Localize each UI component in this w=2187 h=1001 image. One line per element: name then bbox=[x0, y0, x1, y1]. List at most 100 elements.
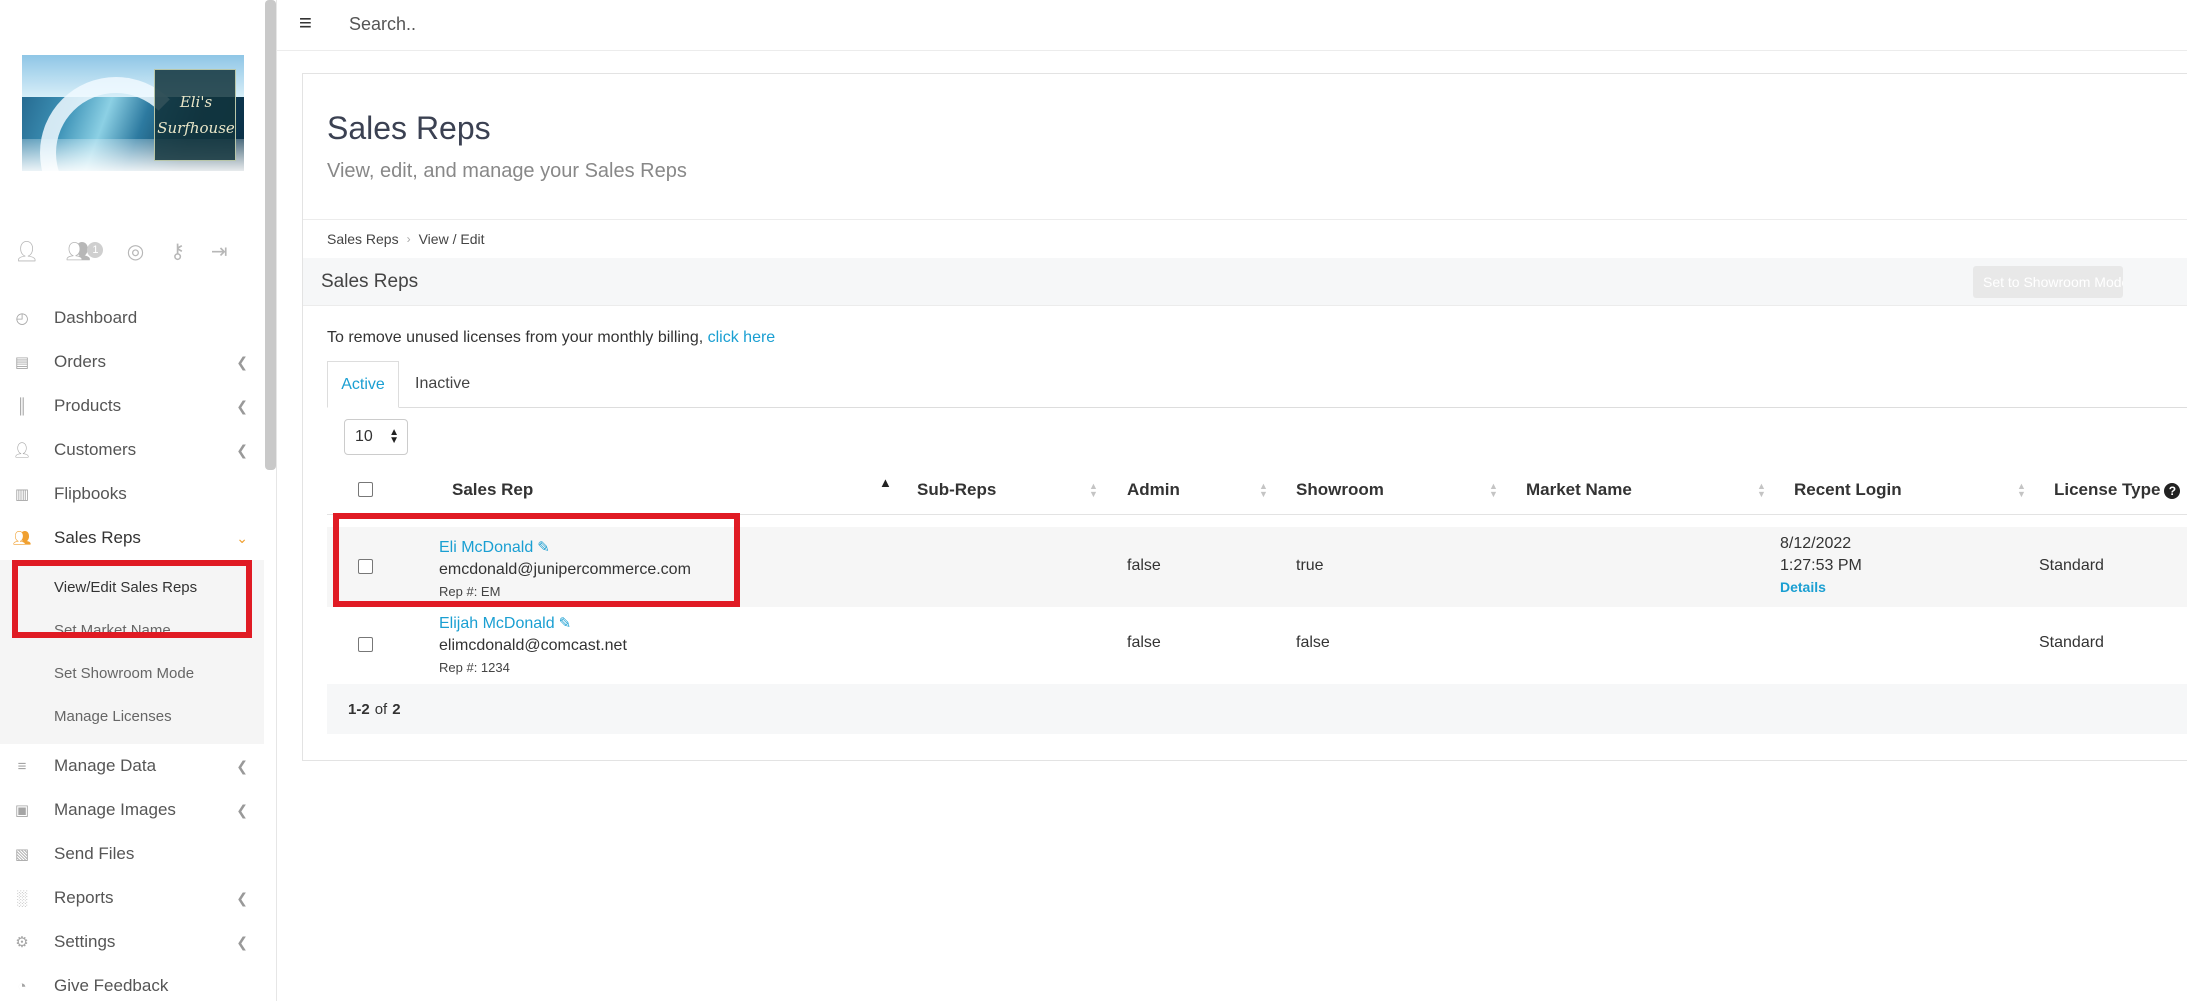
page-size-select[interactable]: 10 ▲ ▼ bbox=[344, 419, 408, 455]
sidebar-item-manage-images[interactable]: ▣ Manage Images ❮ bbox=[0, 788, 264, 832]
sidebar-item-label: Products bbox=[54, 396, 122, 415]
logo-text: Eli's Surfhouse bbox=[156, 89, 236, 141]
sidebar-item-orders[interactable]: ▤ Orders ❮ bbox=[0, 340, 264, 384]
column-header-sub-reps[interactable]: Sub-Reps bbox=[917, 480, 996, 500]
sidebar-scrollbar[interactable] bbox=[265, 0, 276, 470]
recent-login-cell: 8/12/2022 1:27:53 PM Details bbox=[1780, 535, 1862, 595]
column-header-admin[interactable]: Admin bbox=[1127, 480, 1180, 500]
sidebar-item-settings[interactable]: ⚙︎ Settings ❮ bbox=[0, 920, 264, 964]
team-badge: 1 bbox=[87, 241, 104, 258]
subnav-set-showroom-mode[interactable]: Set Showroom Mode bbox=[0, 652, 264, 695]
search-input[interactable] bbox=[347, 8, 851, 40]
sidebar-item-customers[interactable]: 👤︎ Customers ❮ bbox=[0, 428, 264, 472]
column-header-sales-rep[interactable]: Sales Rep bbox=[452, 480, 533, 500]
sidebar-item-label: Manage Images bbox=[54, 800, 176, 819]
chevron-left-icon: ❮ bbox=[236, 933, 248, 950]
showroom-cell: false bbox=[1296, 634, 1330, 651]
breadcrumb-separator-icon: › bbox=[406, 232, 411, 246]
chevron-left-icon: ❮ bbox=[236, 757, 248, 774]
sort-icon[interactable]: ▲ ▼ bbox=[1089, 482, 1098, 499]
license-type-cell: Standard bbox=[2039, 557, 2104, 574]
login-date: 8/12/2022 bbox=[1780, 535, 1852, 552]
logo-text-line1: Eli's bbox=[179, 93, 213, 111]
logout-icon[interactable]: ⇥ bbox=[211, 239, 228, 264]
sidebar-item-send-files[interactable]: ▧ Send Files bbox=[0, 832, 264, 876]
select-all-checkbox[interactable] bbox=[358, 482, 373, 497]
license-note: To remove unused licenses from your mont… bbox=[327, 329, 775, 347]
flipbooks-icon: ▥ bbox=[14, 486, 30, 503]
profile-icon[interactable]: 👤︎ bbox=[14, 239, 39, 264]
brand-logo[interactable]: Eli's Surfhouse bbox=[22, 55, 244, 171]
sales-reps-icon: 👥︎ bbox=[12, 530, 32, 547]
sort-icon[interactable]: ▲ ▼ bbox=[1489, 482, 1498, 499]
sidebar-item-label: Customers bbox=[54, 440, 137, 459]
support-icon[interactable]: ◎ bbox=[127, 239, 144, 264]
sidebar-item-label: Give Feedback bbox=[54, 976, 169, 995]
key-icon[interactable]: ⚷ bbox=[170, 239, 185, 264]
sidebar-item-label: Manage Data bbox=[54, 756, 157, 775]
team-icon[interactable]: 👥︎ 1 bbox=[65, 239, 104, 264]
remove-licenses-link[interactable]: click here bbox=[708, 329, 776, 346]
column-header-market-name[interactable]: Market Name bbox=[1526, 480, 1632, 500]
tab-inactive[interactable]: Inactive bbox=[415, 361, 470, 406]
table-row: Elijah McDonald ✎ elimcdonald@comcast.net… bbox=[327, 607, 2187, 685]
column-header-recent-login[interactable]: Recent Login bbox=[1794, 480, 1902, 500]
chevron-left-icon: ❮ bbox=[236, 801, 248, 818]
top-bar: ≡ bbox=[277, 0, 2187, 51]
pagination-total: 2 bbox=[392, 700, 401, 718]
section-header: Sales Reps Set to Showroom Mode bbox=[303, 258, 2187, 306]
subnav-manage-licenses[interactable]: Manage Licenses bbox=[0, 695, 264, 738]
sidebar-item-manage-data[interactable]: ≡ Manage Data ❮ bbox=[0, 744, 264, 788]
login-details-link[interactable]: Details bbox=[1780, 579, 1862, 595]
license-type-cell: Standard bbox=[2039, 634, 2104, 651]
pagination-range: 1-2 bbox=[348, 700, 370, 718]
feedback-icon: ◔ bbox=[17, 977, 27, 995]
sidebar-item-products[interactable]: ║ Products ❮ bbox=[0, 384, 264, 428]
dashboard-icon: ◴ bbox=[15, 310, 29, 327]
help-icon[interactable]: ? bbox=[2164, 483, 2181, 499]
admin-cell: false bbox=[1127, 557, 1161, 574]
sidebar-item-label: Sales Reps bbox=[54, 528, 141, 547]
sort-icon[interactable]: ▲ ▼ bbox=[1757, 482, 1766, 499]
sidebar-item-sales-reps[interactable]: 👥︎ Sales Reps ⌄ bbox=[0, 516, 264, 560]
sales-rep-name-link[interactable]: Elijah McDonald bbox=[439, 615, 555, 632]
column-header-showroom[interactable]: Showroom bbox=[1296, 480, 1384, 500]
user-icon-bar: 👤︎ 👥︎ 1 ◎ ⚷ ⇥ bbox=[14, 238, 254, 264]
table-header: Sales Rep ▲ Sub-Reps ▲ ▼ Admin ▲ ▼ Showroo… bbox=[327, 468, 2187, 515]
sales-rep-email: elimcdonald@comcast.net bbox=[439, 637, 627, 654]
chevron-left-icon: ❮ bbox=[236, 353, 248, 370]
sidebar-item-flipbooks[interactable]: ▥ Flipbooks bbox=[0, 472, 264, 516]
page-title: Sales Reps bbox=[327, 110, 491, 146]
breadcrumb-item-sales-reps[interactable]: Sales Reps bbox=[327, 231, 399, 247]
sales-rep-number: Rep #: 1234 bbox=[439, 660, 510, 675]
license-note-text: To remove unused licenses from your mont… bbox=[327, 329, 704, 346]
tab-active[interactable]: Active bbox=[327, 361, 399, 408]
pagination-info: 1-2 of 2 bbox=[327, 684, 2187, 734]
set-showroom-mode-button[interactable]: Set to Showroom Mode bbox=[1973, 266, 2123, 298]
sort-ascending-icon[interactable]: ▲ bbox=[879, 476, 892, 489]
sidebar-item-label: Orders bbox=[54, 352, 106, 371]
sort-icon[interactable]: ▲ ▼ bbox=[2017, 482, 2026, 499]
select-arrows-icon: ▲ ▼ bbox=[389, 427, 399, 446]
hamburger-menu-icon[interactable]: ≡ bbox=[299, 10, 312, 36]
sort-icon[interactable]: ▲ ▼ bbox=[1259, 482, 1268, 499]
sidebar-item-label: Flipbooks bbox=[54, 484, 127, 503]
edit-icon[interactable]: ✎ bbox=[559, 615, 572, 632]
page-size-value: 10 bbox=[355, 428, 373, 445]
license-type-label: License Type bbox=[2054, 480, 2161, 499]
sidebar-item-label: Dashboard bbox=[54, 308, 138, 327]
login-time: 1:27:53 PM bbox=[1780, 557, 1862, 574]
sidebar-nav: ◴ Dashboard ▤ Orders ❮ ║ Products ❮ 👤︎ C… bbox=[0, 296, 264, 1001]
sidebar-item-give-feedback[interactable]: ◔ Give Feedback bbox=[0, 964, 264, 1001]
chevron-left-icon: ❮ bbox=[236, 397, 248, 414]
row-checkbox[interactable] bbox=[358, 637, 373, 652]
highlight-box-subnav bbox=[12, 560, 252, 638]
chevron-left-icon: ❮ bbox=[236, 889, 248, 906]
sidebar-item-reports[interactable]: ░ Reports ❮ bbox=[0, 876, 264, 920]
breadcrumb: Sales Reps › View / Edit bbox=[303, 219, 2187, 259]
sidebar-item-dashboard[interactable]: ◴ Dashboard bbox=[0, 296, 264, 340]
column-header-license-type[interactable]: License Type? bbox=[2054, 480, 2181, 500]
admin-cell: false bbox=[1127, 634, 1161, 651]
showroom-cell: true bbox=[1296, 557, 1324, 574]
send-files-icon: ▧ bbox=[14, 846, 30, 863]
